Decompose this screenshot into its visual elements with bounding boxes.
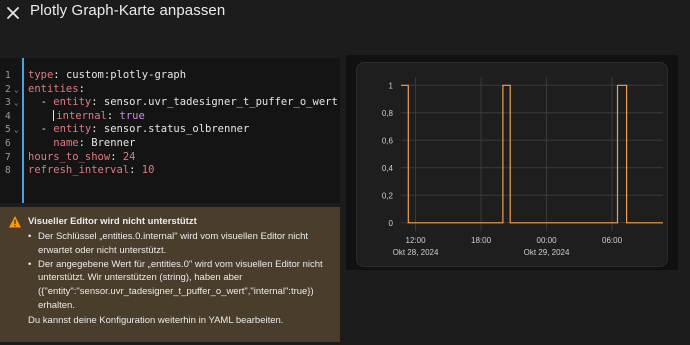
dialog-header: Plotly Graph-Karte anpassen xyxy=(0,0,690,30)
y-tick-label: 0,8 xyxy=(382,109,394,118)
y-tick-label: 0,4 xyxy=(382,164,394,173)
text-cursor xyxy=(53,110,55,122)
line-number: 5 ⌄ xyxy=(5,123,19,137)
code-line[interactable]: hours_to_show: 24 xyxy=(28,151,340,165)
line-number: 6 xyxy=(5,137,11,149)
plotly-chart[interactable]: 0 0,2 0,4 0,6 0,8 1 12:00 18:00 00:00 06:00 Okt 28… xyxy=(357,63,669,268)
code-line[interactable]: - entity: sensor.status_olbrenner xyxy=(28,123,340,137)
close-icon[interactable] xyxy=(4,4,22,22)
line-number: 1 xyxy=(5,70,11,81)
y-tick-label: 0,2 xyxy=(382,191,394,200)
x-tick-label: 06:00 xyxy=(602,236,623,245)
fold-chevron-icon[interactable]: ⌄ xyxy=(14,96,19,110)
code-line[interactable]: internal: true xyxy=(28,110,340,124)
y-tick-label: 1 xyxy=(389,81,394,90)
warning-item: Der Schlüssel „entities.0.internal" wird… xyxy=(28,230,332,258)
line-number: 8 xyxy=(5,165,11,177)
line-number: 4 xyxy=(5,110,11,122)
y-tick-label: 0 xyxy=(389,219,394,228)
dialog-title: Plotly Graph-Karte anpassen xyxy=(30,2,226,19)
line-number: 7 xyxy=(5,151,11,163)
y-tick-label: 0,6 xyxy=(382,136,394,145)
code-line[interactable]: - entity: sensor.uvr_tadesigner_t_puffer… xyxy=(28,96,340,110)
code-line[interactable]: name: Brenner xyxy=(28,137,340,151)
line-number-gutter: 1 2 ⌄ 3 ⌄ 4 5 ⌄ 6 7 8 xyxy=(0,69,22,178)
code-line[interactable]: type: custom:plotly-graph xyxy=(28,69,340,83)
yaml-code-editor[interactable]: 1 2 ⌄ 3 ⌄ 4 5 ⌄ 6 7 8 type: custom:plotly-g… xyxy=(0,58,340,203)
warning-header: Visueller Editor wird nicht unterstützt xyxy=(8,215,332,229)
x-date-label: Okt 29, 2024 xyxy=(524,248,570,257)
line-number: 3 ⌄ xyxy=(5,96,19,110)
code-line[interactable]: entities: xyxy=(28,83,340,97)
code-line[interactable]: refresh_interval: 10 xyxy=(28,164,340,178)
x-tick-label: 12:00 xyxy=(406,236,427,245)
line-number: 2 ⌄ xyxy=(5,83,19,97)
fold-chevron-icon[interactable]: ⌄ xyxy=(14,123,19,137)
fold-chevron-icon[interactable]: ⌄ xyxy=(14,83,19,97)
warning-list: Der Schlüssel „entities.0.internal" wird… xyxy=(8,230,332,313)
warning-item: Der angegebene Wert für „entities.0" wir… xyxy=(28,258,332,313)
editor-focus-bar xyxy=(22,58,24,203)
x-tick-label: 00:00 xyxy=(537,236,558,245)
x-date-label: Okt 28, 2024 xyxy=(393,248,439,257)
series-line xyxy=(401,84,663,224)
warning-alert: Visueller Editor wird nicht unterstützt … xyxy=(0,207,340,342)
x-tick-label: 18:00 xyxy=(471,236,492,245)
warning-title: Visueller Editor wird nicht unterstützt xyxy=(28,216,197,228)
code-area[interactable]: type: custom:plotly-graph entities: - en… xyxy=(28,69,340,178)
warning-triangle-icon xyxy=(9,216,21,228)
plotly-graph-card[interactable]: 0 0,2 0,4 0,6 0,8 1 12:00 18:00 00:00 06:00 Okt 28… xyxy=(356,62,668,267)
warning-footer: Du kannst deine Konfiguration weiterhin … xyxy=(28,314,284,326)
